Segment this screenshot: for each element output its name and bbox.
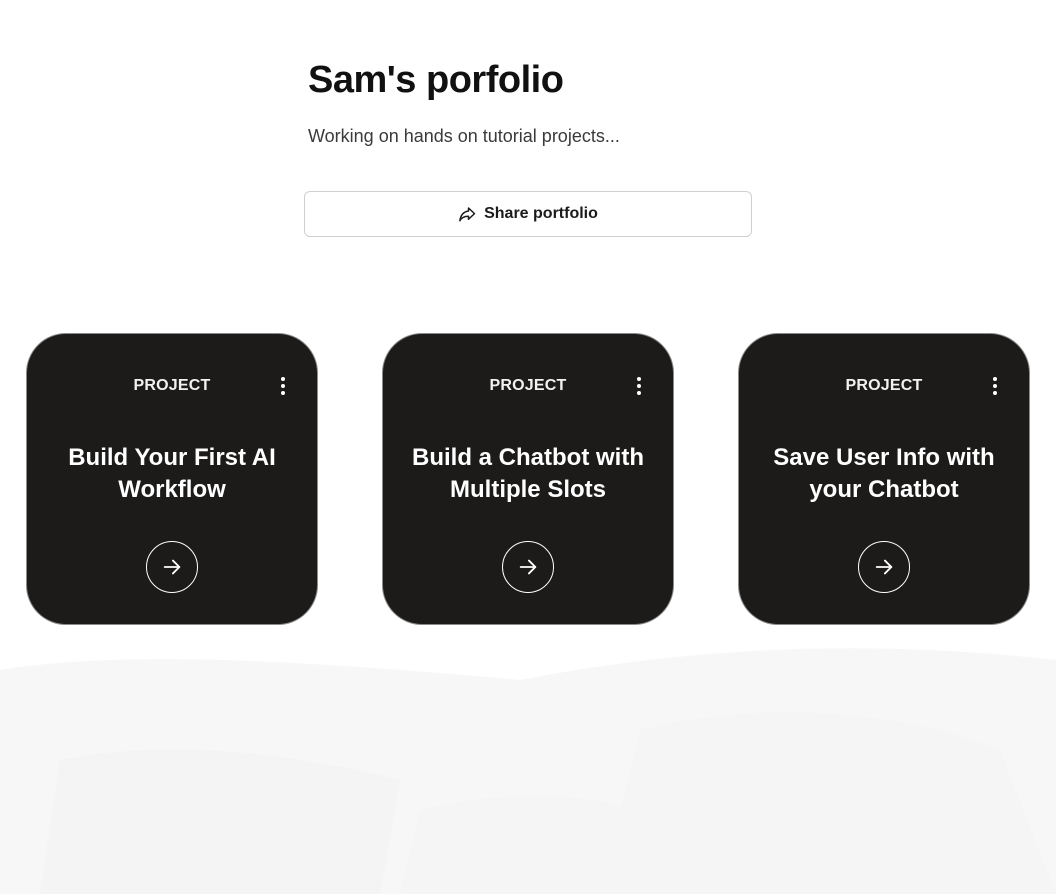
share-arrow-icon — [458, 205, 476, 223]
decorative-background — [0, 648, 1056, 894]
arrow-right-circle-icon[interactable] — [146, 541, 198, 593]
project-card[interactable]: PROJECT Build a Chatbot with Multiple Sl… — [382, 333, 674, 625]
project-title: Save User Info with your Chatbot — [773, 444, 995, 503]
project-kind-label: PROJECT — [133, 377, 211, 394]
share-portfolio-button[interactable]: Share portfolio — [304, 191, 752, 237]
portfolio-header: Sam's porfolio Working on hands on tutor… — [308, 58, 808, 147]
arrow-right-circle-icon[interactable] — [858, 541, 910, 593]
project-card[interactable]: PROJECT Build Your First AI Workflow — [26, 333, 318, 625]
more-vertical-icon[interactable] — [275, 374, 291, 398]
more-vertical-icon[interactable] — [631, 374, 647, 398]
more-vertical-icon[interactable] — [987, 374, 1003, 398]
project-title: Build a Chatbot with Multiple Slots — [412, 444, 644, 503]
project-kind-label: PROJECT — [489, 377, 567, 394]
project-card[interactable]: PROJECT Save User Info with your Chatbot — [738, 333, 1030, 625]
portfolio-page: Sam's porfolio Working on hands on tutor… — [0, 0, 1056, 894]
page-title: Sam's porfolio — [308, 59, 564, 101]
project-title: Build Your First AI Workflow — [68, 444, 276, 503]
arrow-right-circle-icon[interactable] — [502, 541, 554, 593]
project-kind-label: PROJECT — [845, 377, 923, 394]
share-portfolio-label: Share portfolio — [484, 205, 598, 222]
page-subtitle: Working on hands on tutorial projects... — [308, 126, 620, 146]
